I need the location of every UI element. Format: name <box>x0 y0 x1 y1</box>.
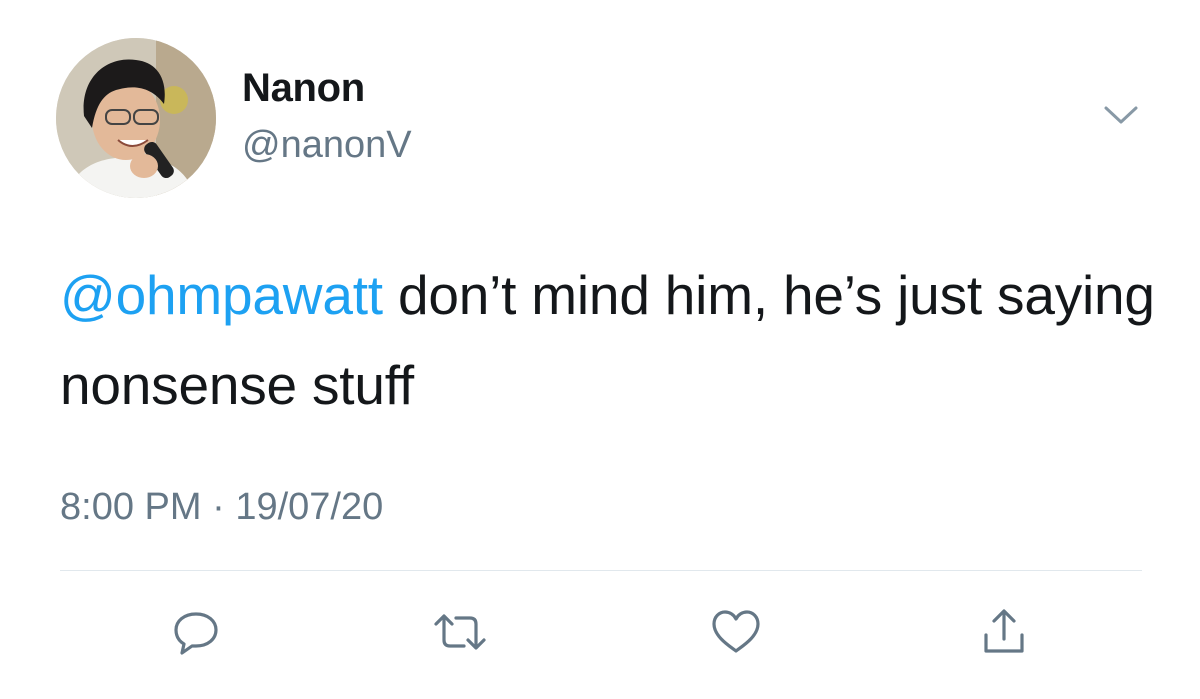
reply-button[interactable] <box>166 602 226 662</box>
share-upload-icon <box>984 609 1024 653</box>
chevron-down-icon <box>1104 106 1138 124</box>
divider <box>60 570 1142 571</box>
profile-photo-icon <box>56 38 216 198</box>
tweet-card: Nanon @nanonV @ohmpawatt don’t mind him,… <box>0 0 1200 699</box>
tweet-timestamp[interactable]: 8:00 PM · 19/07/20 <box>60 486 383 529</box>
tweet-text: @ohmpawatt don’t mind him, he’s just say… <box>60 250 1160 430</box>
retweet-arrows-icon <box>434 614 486 650</box>
meta-separator: · <box>201 486 236 528</box>
heart-icon <box>712 610 760 653</box>
like-button[interactable] <box>706 602 766 662</box>
tweet-time: 8:00 PM <box>60 486 202 528</box>
mention-link[interactable]: @ohmpawatt <box>60 264 383 326</box>
speech-bubble-icon <box>174 612 218 655</box>
user-handle[interactable]: @nanonV <box>242 124 412 167</box>
share-button[interactable] <box>974 602 1034 662</box>
tweet-date: 19/07/20 <box>235 486 384 528</box>
avatar[interactable] <box>56 38 216 198</box>
more-options-button[interactable] <box>1100 100 1142 130</box>
display-name[interactable]: Nanon <box>242 66 365 111</box>
retweet-button[interactable] <box>430 602 490 662</box>
